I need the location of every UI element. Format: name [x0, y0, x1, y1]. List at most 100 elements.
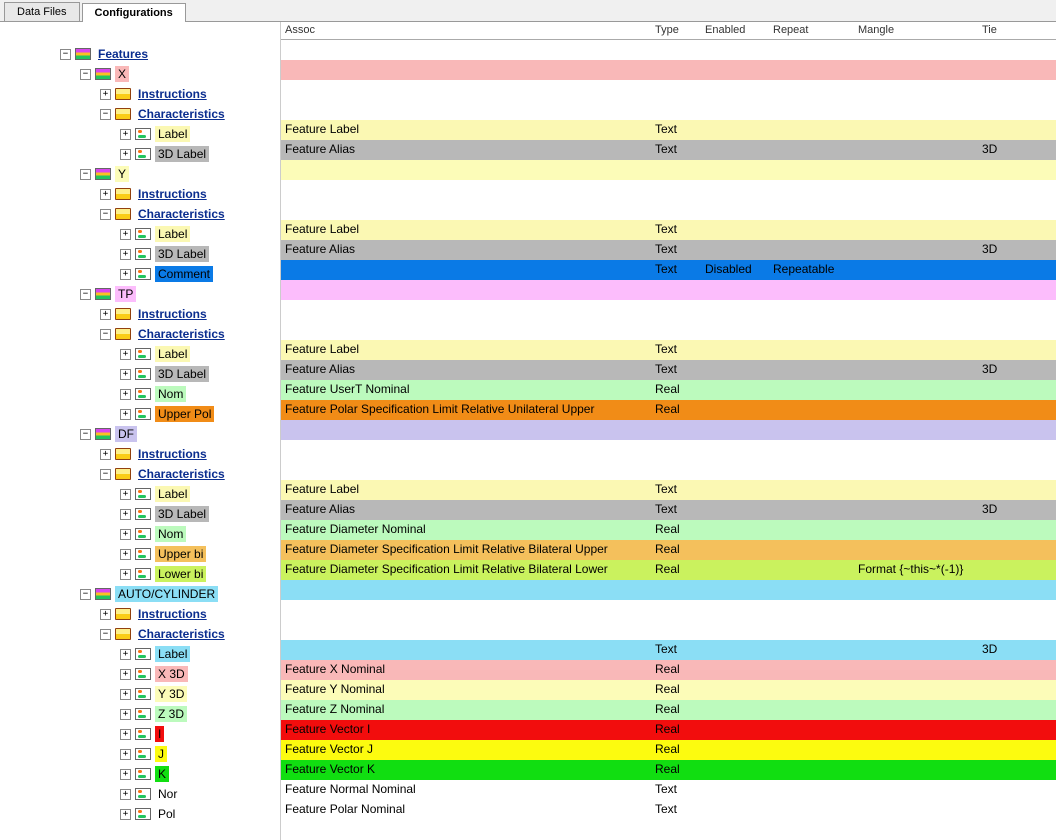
expand-icon[interactable]: +: [120, 549, 131, 560]
tree-label[interactable]: K: [155, 766, 169, 782]
expand-icon[interactable]: +: [120, 149, 131, 160]
tree-node[interactable]: +I: [60, 724, 280, 744]
tree-node[interactable]: + Nom: [60, 524, 280, 544]
expand-icon[interactable]: +: [120, 269, 131, 280]
tree-node[interactable]: +Instructions: [60, 84, 280, 104]
grid-row[interactable]: Feature AliasText3D: [281, 360, 1056, 380]
collapse-icon[interactable]: −: [100, 469, 111, 480]
tree-node[interactable]: + Label: [60, 644, 280, 664]
grid-row[interactable]: Feature Polar Specification Limit Relati…: [281, 400, 1056, 420]
tree-label[interactable]: 3D Label: [155, 146, 209, 162]
expand-icon[interactable]: +: [100, 309, 111, 320]
grid-row[interactable]: Feature AliasText3D: [281, 240, 1056, 260]
tree-label[interactable]: Instructions: [135, 446, 210, 462]
tree-label[interactable]: 3D Label: [155, 366, 209, 382]
grid-row[interactable]: Text3D: [281, 640, 1056, 660]
grid-row[interactable]: Feature Diameter Specification Limit Rel…: [281, 560, 1056, 580]
expand-icon[interactable]: +: [120, 409, 131, 420]
expand-icon[interactable]: +: [120, 229, 131, 240]
expand-icon[interactable]: +: [100, 189, 111, 200]
tree-label[interactable]: Label: [155, 126, 190, 142]
tree-node[interactable]: +3D Label: [60, 504, 280, 524]
tab-data-files[interactable]: Data Files: [4, 2, 80, 21]
collapse-icon[interactable]: −: [80, 69, 91, 80]
grid-row[interactable]: Feature Diameter NominalReal: [281, 520, 1056, 540]
collapse-icon[interactable]: −: [60, 49, 71, 60]
expand-icon[interactable]: +: [120, 769, 131, 780]
tree-node[interactable]: + Y 3D: [60, 684, 280, 704]
tree-node[interactable]: +3D Label: [60, 244, 280, 264]
tree-node[interactable]: + Pol: [60, 804, 280, 824]
grid-row[interactable]: Feature LabelText: [281, 120, 1056, 140]
grid-row[interactable]: Feature LabelText: [281, 220, 1056, 240]
expand-icon[interactable]: +: [120, 689, 131, 700]
grid-row[interactable]: Feature Polar NominalText: [281, 800, 1056, 820]
grid-row[interactable]: Feature AliasText3D: [281, 500, 1056, 520]
tree-node[interactable]: +J: [60, 744, 280, 764]
tree-label[interactable]: Nom: [155, 526, 186, 542]
tree-label[interactable]: Pol: [155, 806, 178, 822]
grid-row[interactable]: Feature Y NominalReal: [281, 680, 1056, 700]
expand-icon[interactable]: +: [120, 129, 131, 140]
tree-label[interactable]: AUTO/CYLINDER: [115, 586, 218, 602]
grid-row[interactable]: Feature Normal NominalText: [281, 780, 1056, 800]
expand-icon[interactable]: +: [100, 449, 111, 460]
expand-icon[interactable]: +: [120, 509, 131, 520]
col-mangle[interactable]: Mangle: [854, 22, 978, 39]
collapse-icon[interactable]: −: [80, 289, 91, 300]
tree-label[interactable]: Characteristics: [135, 326, 228, 342]
expand-icon[interactable]: +: [120, 529, 131, 540]
grid-row[interactable]: Feature Vector JReal: [281, 740, 1056, 760]
tree-label[interactable]: Label: [155, 226, 190, 242]
tree-node[interactable]: −Characteristics: [60, 464, 280, 484]
tree-label[interactable]: Characteristics: [135, 106, 228, 122]
expand-icon[interactable]: +: [120, 649, 131, 660]
grid-row[interactable]: Feature Vector KReal: [281, 760, 1056, 780]
tree-node[interactable]: + Instructions: [60, 184, 280, 204]
col-tie[interactable]: Tie: [978, 22, 1038, 39]
tree-label[interactable]: Y 3D: [155, 686, 187, 702]
tree-label[interactable]: X: [115, 66, 129, 82]
col-enabled[interactable]: Enabled: [701, 22, 769, 39]
grid-row[interactable]: Feature Diameter Specification Limit Rel…: [281, 540, 1056, 560]
grid-row[interactable]: [281, 160, 1056, 180]
tree-node[interactable]: +K: [60, 764, 280, 784]
tree-label[interactable]: Nor: [155, 786, 180, 802]
tree-label[interactable]: Instructions: [135, 306, 210, 322]
tree-node[interactable]: −X: [60, 64, 280, 84]
tree-node[interactable]: +Lower bi: [60, 564, 280, 584]
collapse-icon[interactable]: −: [100, 329, 111, 340]
tree-label[interactable]: Instructions: [135, 606, 210, 622]
expand-icon[interactable]: +: [120, 669, 131, 680]
tree-node[interactable]: −Characteristics: [60, 104, 280, 124]
expand-icon[interactable]: +: [120, 789, 131, 800]
tree-label[interactable]: Label: [155, 646, 190, 662]
tree-node[interactable]: +Nom: [60, 384, 280, 404]
grid-row[interactable]: Feature X NominalReal: [281, 660, 1056, 680]
tree-label[interactable]: 3D Label: [155, 506, 209, 522]
expand-icon[interactable]: +: [120, 369, 131, 380]
expand-icon[interactable]: +: [120, 249, 131, 260]
collapse-icon[interactable]: −: [80, 429, 91, 440]
tree-label[interactable]: DF: [115, 426, 137, 442]
tree-node[interactable]: + Instructions: [60, 444, 280, 464]
tree-node[interactable]: +Z 3D: [60, 704, 280, 724]
grid-row[interactable]: [281, 580, 1056, 600]
grid-row[interactable]: [281, 420, 1056, 440]
collapse-icon[interactable]: −: [100, 209, 111, 220]
tree-node[interactable]: +Comment: [60, 264, 280, 284]
tree-label[interactable]: Characteristics: [135, 626, 228, 642]
tree-label[interactable]: X 3D: [155, 666, 188, 682]
collapse-icon[interactable]: −: [80, 169, 91, 180]
grid-row[interactable]: Feature LabelText: [281, 480, 1056, 500]
expand-icon[interactable]: +: [100, 609, 111, 620]
col-type[interactable]: Type: [651, 22, 701, 39]
tree-node[interactable]: −Features: [60, 44, 280, 64]
tree-label[interactable]: 3D Label: [155, 246, 209, 262]
expand-icon[interactable]: +: [120, 809, 131, 820]
tree-node[interactable]: + Label: [60, 224, 280, 244]
tree-label[interactable]: Instructions: [135, 186, 210, 202]
tree-node[interactable]: +3D Label: [60, 144, 280, 164]
expand-icon[interactable]: +: [120, 569, 131, 580]
tree-label[interactable]: J: [155, 746, 167, 762]
